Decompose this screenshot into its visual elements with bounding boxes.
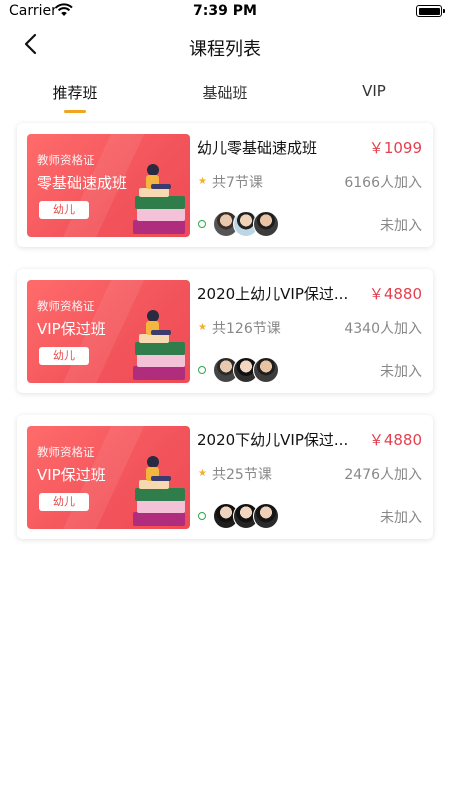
tab-vip[interactable]: VIP — [314, 82, 434, 100]
battery-icon — [416, 5, 445, 17]
thumb-subtitle: 教师资格证 — [37, 153, 95, 167]
course-card[interactable]: 教师资格证 VIP保过班 幼儿 2020上幼儿VIP保过... ￥4880 ★ … — [17, 269, 433, 393]
status-bar: Carrier 7:39 PM — [0, 0, 450, 24]
avatar — [253, 211, 279, 237]
star-icon: ★ — [198, 322, 207, 333]
joined-count: 6166人加入 — [344, 175, 422, 191]
course-price: ￥1099 — [368, 139, 422, 157]
thumb-subtitle: 教师资格证 — [37, 299, 95, 313]
clock: 7:39 PM — [193, 3, 257, 19]
course-thumbnail: 教师资格证 VIP保过班 幼儿 — [27, 280, 190, 383]
course-title: 2020下幼儿VIP保过... — [197, 431, 349, 449]
reading-student-illustration — [133, 310, 185, 380]
thumb-title: VIP保过班 — [37, 320, 106, 338]
course-card[interactable]: 教师资格证 零基础速成班 幼儿 幼儿零基础速成班 ￥1099 ★ 共7节课 61… — [17, 123, 433, 247]
course-title: 2020上幼儿VIP保过... — [197, 285, 349, 303]
online-dot-icon — [198, 366, 206, 374]
reading-student-illustration — [133, 456, 185, 526]
reading-student-illustration — [133, 164, 185, 234]
thumb-badge: 幼儿 — [39, 493, 89, 511]
course-thumbnail: 教师资格证 零基础速成班 幼儿 — [27, 134, 190, 237]
nav-bar: 课程列表 — [0, 24, 450, 68]
lesson-count: 共25节课 — [212, 467, 272, 483]
tab-basic[interactable]: 基础班 — [165, 82, 285, 103]
tab-recommended[interactable]: 推荐班 — [15, 82, 135, 103]
thumb-title: 零基础速成班 — [37, 174, 128, 192]
star-icon: ★ — [198, 468, 207, 479]
joined-count: 2476人加入 — [344, 467, 422, 483]
page-title: 课程列表 — [189, 39, 261, 60]
thumb-badge: 幼儿 — [39, 201, 89, 219]
avatar — [253, 357, 279, 383]
thumb-badge: 幼儿 — [39, 347, 89, 365]
thumb-subtitle: 教师资格证 — [37, 445, 95, 459]
online-dot-icon — [198, 512, 206, 520]
course-price: ￥4880 — [368, 431, 422, 449]
star-icon: ★ — [198, 176, 207, 187]
joined-count: 4340人加入 — [344, 321, 422, 337]
tab-bar: 推荐班 基础班 VIP — [0, 78, 450, 118]
active-tab-indicator — [64, 110, 86, 113]
course-title: 幼儿零基础速成班 — [197, 139, 318, 157]
join-status: 未加入 — [380, 218, 422, 234]
course-thumbnail: 教师资格证 VIP保过班 幼儿 — [27, 426, 190, 529]
lesson-count: 共126节课 — [212, 321, 281, 337]
thumb-title: VIP保过班 — [37, 466, 106, 484]
online-dot-icon — [198, 220, 206, 228]
lesson-count: 共7节课 — [212, 175, 263, 191]
join-status: 未加入 — [380, 510, 422, 526]
course-card[interactable]: 教师资格证 VIP保过班 幼儿 2020下幼儿VIP保过... ￥4880 ★ … — [17, 415, 433, 539]
course-price: ￥4880 — [368, 285, 422, 303]
avatar — [253, 503, 279, 529]
join-status: 未加入 — [380, 364, 422, 380]
